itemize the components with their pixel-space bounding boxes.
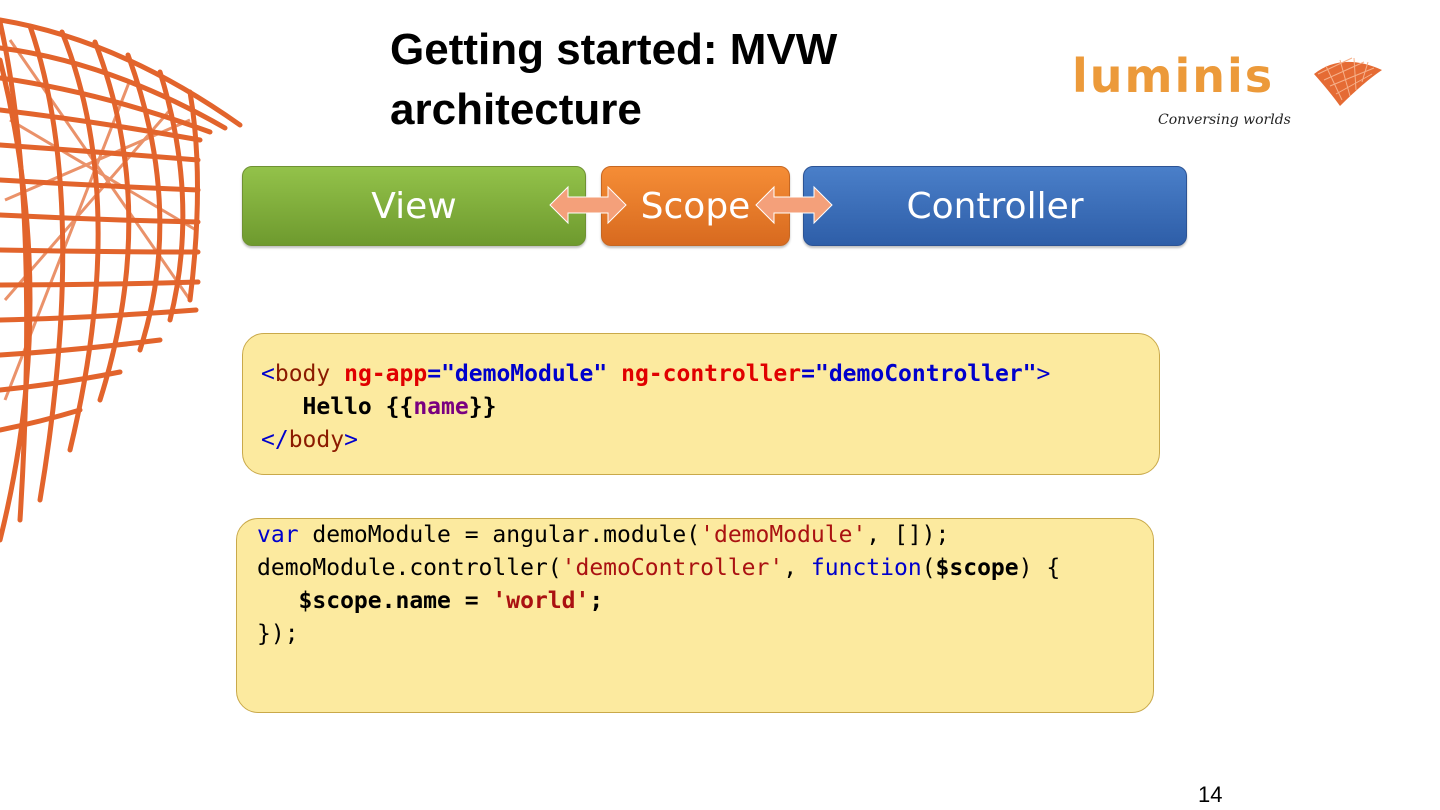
code-token: name [413,394,469,420]
luminis-logo: luminis Conversing worlds [1072,49,1392,134]
code-token: "demoModule" [441,361,608,387]
code-token: Hello {{ [302,394,414,420]
logo-fan-icon [1314,57,1382,106]
logo-wordmark: luminis [1072,49,1275,103]
slide-title: Getting started: MVW architecture [390,20,1010,140]
code-token: > [344,427,358,453]
code-token: , [783,555,811,581]
view-label: View [371,185,457,227]
code-token: > [1036,361,1051,387]
code-token: demoModule = angular.module( [298,522,701,548]
view-box: View [242,166,586,246]
code-token: "demoController" [814,361,1037,387]
js-code-block: var demoModule = angular.module('demoMod… [236,518,1154,713]
code-token: 'demoController' [561,555,784,581]
code-line: var demoModule = angular.module('demoMod… [257,519,1153,552]
slide: Getting started: MVW architecture lumini… [0,0,1440,810]
code-token: $scope.name = [298,588,493,614]
view-scope-double-arrow-icon [549,185,627,225]
code-token: }} [468,394,497,420]
code-token: ; [589,588,604,614]
code-token: 'world' [492,588,590,614]
scope-controller-double-arrow-icon [755,185,833,225]
logo-tagline: Conversing worlds [1158,112,1291,128]
code-token: , []); [866,522,950,548]
code-token: $scope [935,555,1019,581]
code-token: function [810,555,922,581]
slide-title-line1: Getting started: MVW [390,25,838,74]
scope-label: Scope [640,185,751,227]
html-code-block: <body ng-app="demoModule" ng-controller=… [242,333,1160,475]
code-token: ng-app [344,361,428,387]
code-token: body [274,361,331,387]
code-line: </body> [261,424,1159,457]
code-line: <body ng-app="demoModule" ng-controller=… [261,358,1159,391]
decorative-mesh-graphic [0,17,243,543]
controller-label: Controller [906,185,1084,227]
code-line: $scope.name = 'world'; [257,585,1153,618]
code-line: demoModule.controller('demoController', … [257,552,1153,585]
code-token: ) { [1018,555,1061,581]
code-token: </ [261,427,289,453]
controller-box: Controller [803,166,1187,246]
code-line: }); [257,621,299,647]
page-number: 14 [1198,782,1223,807]
slide-title-line2: architecture [390,85,642,134]
code-token: < [261,361,275,387]
code-token: demoModule.controller( [257,555,562,581]
code-token: = [427,361,442,387]
code-token: = [801,361,815,387]
code-token: var [257,522,299,548]
code-token: ng-controller [621,361,802,387]
code-line: Hello {{name}} [261,391,1159,424]
code-token: ( [921,555,936,581]
code-token: body [288,427,345,453]
code-token: 'demoModule' [700,522,867,548]
